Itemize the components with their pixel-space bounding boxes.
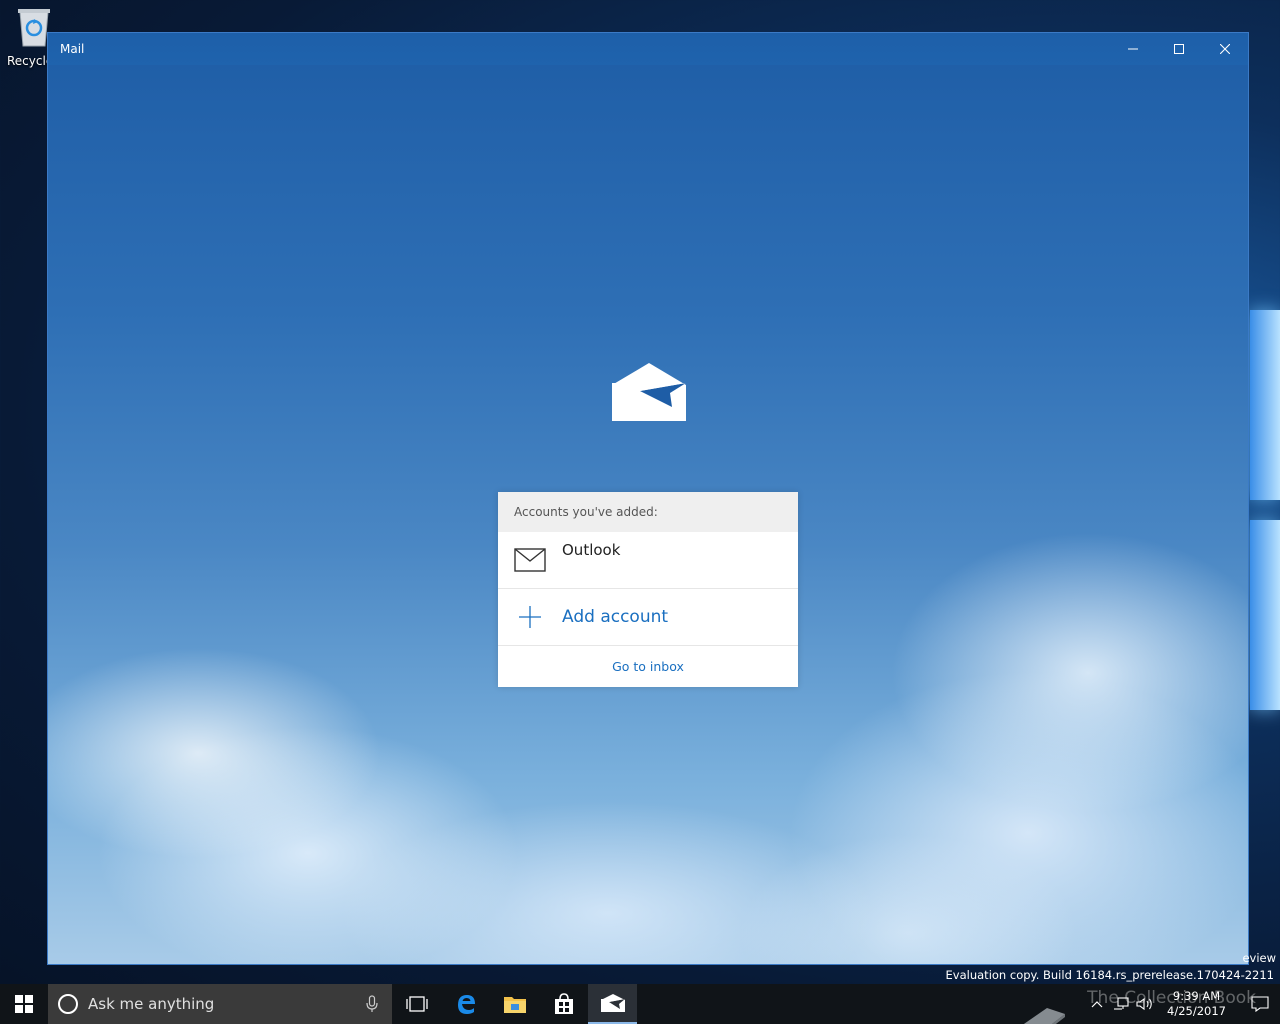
- close-button[interactable]: [1202, 33, 1248, 65]
- mail-window: Mail Accounts you've added: Outlook Add …: [47, 32, 1249, 965]
- search-placeholder: Ask me anything: [88, 995, 215, 1013]
- title-bar[interactable]: Mail: [48, 33, 1248, 65]
- task-view-icon[interactable]: [392, 984, 441, 1024]
- store-icon[interactable]: [539, 984, 588, 1024]
- file-explorer-icon[interactable]: [490, 984, 539, 1024]
- clock-time: 9:39 AM: [1172, 989, 1221, 1003]
- cortana-search-box[interactable]: Ask me anything: [48, 984, 392, 1024]
- build-watermark: Evaluation copy. Build 16184.rs_prerelea…: [945, 968, 1274, 982]
- window-title: Mail: [60, 42, 85, 56]
- network-icon[interactable]: [1109, 997, 1133, 1011]
- edition-watermark: eview: [1242, 951, 1276, 965]
- chevron-up-icon[interactable]: [1023, 1000, 1109, 1024]
- close-icon: [1220, 44, 1230, 54]
- taskbar: Ask me anything The Collection Book 9:39…: [0, 984, 1280, 1024]
- minimize-button[interactable]: [1110, 33, 1156, 65]
- minimize-icon: [1128, 48, 1138, 50]
- maximize-button[interactable]: [1156, 33, 1202, 65]
- system-tray: The Collection Book 9:39 AM 4/25/2017: [1023, 984, 1280, 1024]
- clock-date: 4/25/2017: [1167, 1004, 1226, 1018]
- windows-start-icon: [15, 995, 33, 1013]
- go-to-inbox-link[interactable]: Go to inbox: [498, 646, 798, 686]
- volume-icon[interactable]: [1133, 997, 1157, 1011]
- mail-logo-icon: [610, 361, 688, 423]
- add-account-label: Add account: [562, 607, 669, 627]
- mail-envelope-icon: [498, 540, 562, 572]
- window-controls: [1110, 33, 1248, 65]
- accounts-header: Accounts you've added:: [498, 492, 798, 532]
- microphone-icon[interactable]: [366, 995, 378, 1017]
- account-item-outlook[interactable]: Outlook: [498, 532, 798, 589]
- edge-icon[interactable]: [441, 984, 490, 1024]
- maximize-icon: [1174, 44, 1184, 54]
- taskbar-clock[interactable]: 9:39 AM 4/25/2017: [1167, 989, 1226, 1019]
- book-logo-icon: [1023, 1008, 1066, 1024]
- plus-icon: [498, 605, 562, 629]
- start-button[interactable]: [0, 984, 48, 1024]
- accounts-panel: Accounts you've added: Outlook Add accou…: [498, 492, 798, 687]
- account-name: Outlook: [562, 541, 621, 559]
- mail-icon[interactable]: [588, 984, 637, 1024]
- cortana-icon: [58, 994, 78, 1014]
- desktop-windows-logo: [1246, 310, 1280, 710]
- add-account-button[interactable]: Add account: [498, 589, 798, 646]
